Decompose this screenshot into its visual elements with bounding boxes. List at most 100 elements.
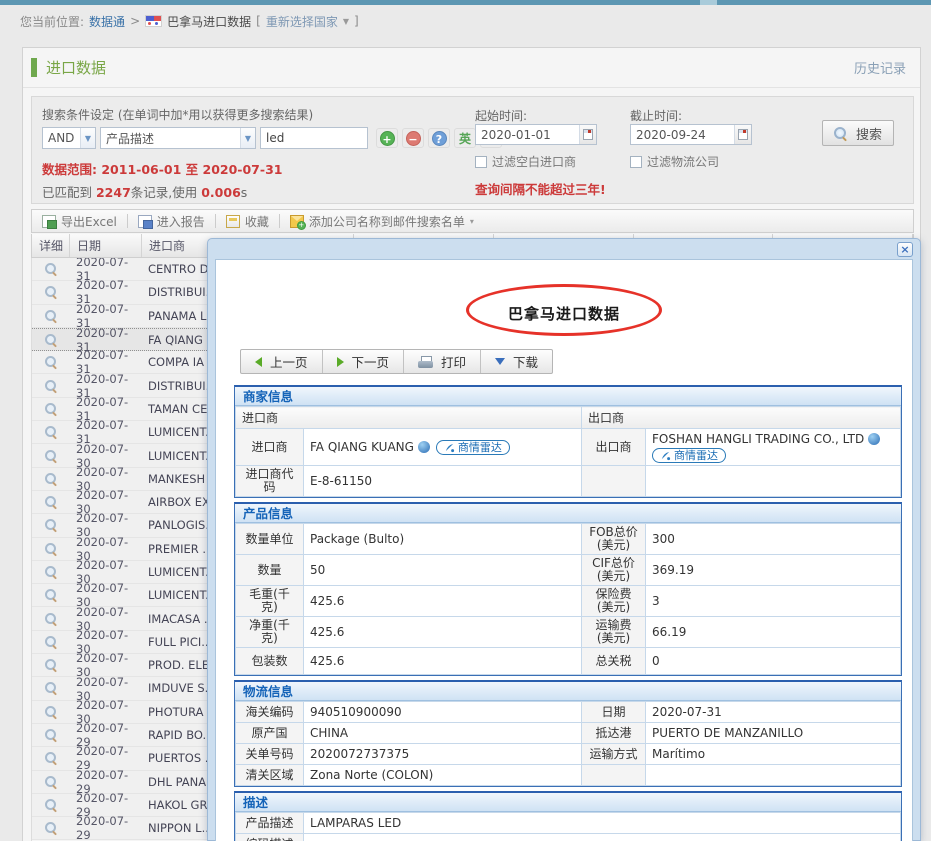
- dialog-titlebar[interactable]: ×: [215, 242, 913, 259]
- breadcrumb-bracket-close: ]: [354, 14, 359, 28]
- export-excel-button[interactable]: 导出Excel: [32, 210, 127, 232]
- product-section-title: 产品信息: [235, 504, 901, 523]
- detail-label: 保险费(美元): [582, 586, 646, 617]
- remove-condition-button[interactable]: −: [402, 128, 424, 148]
- detail-label: FOB总价(美元): [582, 524, 646, 555]
- detail-magnifier-icon[interactable]: [45, 799, 57, 811]
- detail-value: PUERTO DE MANZANILLO: [646, 723, 901, 744]
- data-range-note: 数据范围: 2011-06-01 至 2020-07-31: [42, 159, 282, 178]
- business-radar-link[interactable]: 商情雷达: [436, 440, 510, 455]
- enter-report-button[interactable]: 进入报告: [128, 210, 215, 232]
- add-condition-button[interactable]: +: [376, 128, 398, 148]
- filter-logistics-label: 过滤物流公司: [647, 153, 719, 170]
- breadcrumb-bracket-open: [: [256, 14, 261, 28]
- detail-magnifier-icon[interactable]: [45, 613, 57, 625]
- help-button[interactable]: ?: [428, 128, 450, 148]
- description-section-title: 描述: [235, 793, 901, 812]
- keyword-input[interactable]: [260, 127, 368, 149]
- favorite-icon: [226, 215, 240, 228]
- record-detail-dialog: × 巴拿马进口数据 上一页 下一页 打印 下载 商家信息 进口商 出口商: [207, 238, 921, 841]
- detail-value: 50: [304, 555, 582, 586]
- reselect-country-link[interactable]: 重新选择国家: [266, 13, 338, 30]
- detail-magnifier-icon[interactable]: [45, 776, 57, 788]
- chevron-down-icon: ▼: [343, 17, 349, 26]
- detail-magnifier-icon[interactable]: [45, 426, 57, 438]
- boolean-operator-select[interactable]: AND ▼: [42, 127, 96, 149]
- favorite-button[interactable]: 收藏: [216, 210, 279, 232]
- print-label: 打印: [441, 352, 466, 371]
- checkbox[interactable]: [475, 156, 487, 168]
- panel-header: 进口数据 历史记录: [23, 48, 920, 88]
- detail-magnifier-icon[interactable]: [45, 822, 57, 834]
- calendar-button[interactable]: [579, 125, 596, 144]
- detail-label: 日期: [582, 702, 646, 723]
- detail-label: 关单号码: [236, 744, 304, 765]
- globe-icon[interactable]: [418, 441, 430, 453]
- detail-magnifier-icon[interactable]: [45, 334, 57, 346]
- detail-magnifier-icon[interactable]: [45, 496, 57, 508]
- detail-magnifier-icon[interactable]: [45, 543, 57, 555]
- history-link[interactable]: 历史记录: [854, 58, 906, 77]
- search-field-value: 产品描述: [106, 130, 154, 147]
- filter-logistics-option: 过滤物流公司: [630, 153, 719, 170]
- column-header-detail[interactable]: 详细: [32, 234, 70, 257]
- business-radar-link[interactable]: 商情雷达: [652, 448, 726, 463]
- arrow-right-icon: [337, 357, 344, 367]
- detail-value: 3: [646, 586, 901, 617]
- detail-magnifier-icon[interactable]: [45, 473, 57, 485]
- search-field-select[interactable]: 产品描述 ▼: [100, 127, 256, 149]
- detail-magnifier-icon[interactable]: [45, 310, 57, 322]
- detail-magnifier-icon[interactable]: [45, 659, 57, 671]
- add-to-mail-list-button[interactable]: 添加公司名称到邮件搜索名单▾: [280, 210, 484, 232]
- close-icon[interactable]: ×: [897, 242, 913, 257]
- detail-magnifier-icon[interactable]: [45, 566, 57, 578]
- globe-icon[interactable]: [868, 433, 880, 445]
- english-toggle-button[interactable]: 英: [454, 128, 476, 148]
- download-button[interactable]: 下载: [481, 350, 552, 373]
- title-accent-bar: [31, 58, 37, 77]
- detail-magnifier-icon[interactable]: [45, 380, 57, 392]
- checkbox[interactable]: [630, 156, 642, 168]
- detail-magnifier-icon[interactable]: [45, 403, 57, 415]
- detail-magnifier-icon[interactable]: [45, 286, 57, 298]
- detail-magnifier-icon[interactable]: [45, 752, 57, 764]
- detail-value: 425.6: [304, 617, 582, 648]
- detail-magnifier-icon[interactable]: [45, 589, 57, 601]
- breadcrumb-current: 巴拿马进口数据: [167, 13, 251, 30]
- importer-code-value: E-8-61150: [304, 466, 582, 497]
- column-header-date[interactable]: 日期: [70, 234, 142, 257]
- detail-magnifier-icon[interactable]: [45, 682, 57, 694]
- detail-label: 编码描述: [236, 834, 304, 841]
- search-criteria-panel: 搜索条件设定 (在单词中加*用以获得更多搜索结果) AND ▼ 产品描述 ▼ +…: [31, 96, 914, 204]
- search-icon: [834, 127, 847, 140]
- search-button[interactable]: 搜索: [822, 120, 894, 146]
- detail-label: 毛重(千克): [236, 586, 304, 617]
- end-date-input[interactable]: 2020-09-24: [630, 124, 752, 145]
- detail-magnifier-icon[interactable]: [45, 706, 57, 718]
- start-date-input[interactable]: 2020-01-01: [475, 124, 597, 145]
- exporter-value-cell: FOSHAN HANGLI TRADING CO., LTD 商情雷达: [646, 429, 901, 466]
- breadcrumb-home-link[interactable]: 数据通: [89, 13, 125, 30]
- detail-value: Zona Norte (COLON): [304, 765, 582, 786]
- print-button[interactable]: 打印: [404, 350, 481, 373]
- chevron-down-icon: ▼: [240, 128, 255, 148]
- detail-magnifier-icon[interactable]: [45, 263, 57, 275]
- detail-value: CHINA: [304, 723, 582, 744]
- importer-code-label: 进口商代码: [236, 466, 304, 497]
- panama-flag-icon: [145, 15, 162, 27]
- detail-magnifier-icon[interactable]: [45, 519, 57, 531]
- next-page-button[interactable]: 下一页: [323, 350, 405, 373]
- logistics-section-title: 物流信息: [235, 682, 901, 701]
- importer-label: 进口商: [236, 429, 304, 466]
- detail-value: 66.19: [646, 617, 901, 648]
- detail-label: CIF总价(美元): [582, 555, 646, 586]
- prev-page-button[interactable]: 上一页: [241, 350, 323, 373]
- detail-magnifier-icon[interactable]: [45, 729, 57, 741]
- detail-magnifier-icon[interactable]: [45, 636, 57, 648]
- detail-value: 425.6: [304, 586, 582, 617]
- detail-label: 原产国: [236, 723, 304, 744]
- calendar-button[interactable]: [734, 125, 751, 144]
- detail-magnifier-icon[interactable]: [45, 450, 57, 462]
- detail-magnifier-icon[interactable]: [45, 356, 57, 368]
- query-interval-warning: 查询间隔不能超过三年!: [475, 179, 606, 198]
